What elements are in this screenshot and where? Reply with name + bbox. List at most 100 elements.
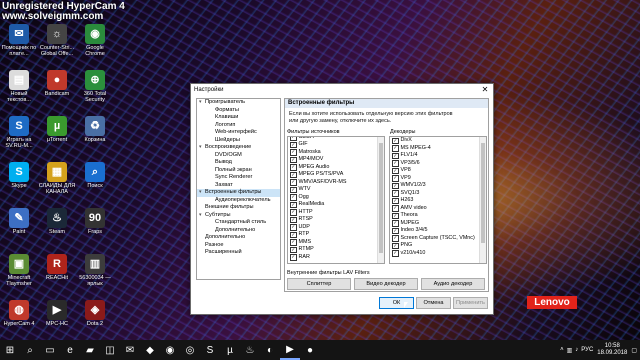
- filter-checkbox-item[interactable]: ✓ WMV/ASF/DVR-MS: [288, 179, 384, 187]
- filter-checkbox-item[interactable]: ✓ UDP: [288, 224, 384, 232]
- filter-checkbox-item[interactable]: ✓ GIF: [288, 141, 384, 149]
- checkbox-checked-icon[interactable]: ✓: [392, 220, 399, 227]
- search-icon[interactable]: ⌕: [20, 340, 40, 360]
- checkbox-checked-icon[interactable]: ✓: [290, 171, 297, 178]
- filter-checkbox-item[interactable]: ✓ WMV1/2/3: [390, 182, 486, 190]
- filter-checkbox-item[interactable]: ✓ Theora: [390, 212, 486, 220]
- decoders-list[interactable]: ✓ DivX ✓ MS MPEG-4 ✓ FLV1/4 ✓ VP3/5/6 ✓ VP8 ✓ VP9 ✓ W…: [389, 136, 487, 264]
- checkbox-checked-icon[interactable]: ✓: [392, 167, 399, 174]
- filter-checkbox-item[interactable]: ✓ MPEG PS/TS/PVA: [288, 171, 384, 179]
- filter-checkbox-item[interactable]: ✓ H263: [390, 197, 486, 205]
- cancel-button[interactable]: Отмена: [416, 297, 451, 309]
- edge-icon[interactable]: e: [60, 340, 80, 360]
- reach-icon[interactable]: ◎: [180, 340, 200, 360]
- filter-checkbox-item[interactable]: ✓ VP8: [390, 167, 486, 175]
- tree-item[interactable]: ▾ Субтитры: [197, 212, 280, 220]
- tree-item[interactable]: Форматы: [197, 107, 280, 115]
- filter-checkbox-item[interactable]: ✓ MP4/MOV: [288, 156, 384, 164]
- desktop-icon[interactable]: ◍ HyperCam 4: [0, 300, 38, 327]
- desktop-icon[interactable]: ▶ MPC-HC: [38, 300, 76, 327]
- close-icon[interactable]: ✕: [480, 85, 490, 95]
- tree-item[interactable]: Полный экран: [197, 167, 280, 175]
- desktop-icon[interactable]: ▤ Новый текстов...: [0, 70, 38, 103]
- clock[interactable]: 10:58 18.09.2018: [597, 343, 627, 357]
- filter-checkbox-item[interactable]: ✓ MJPEG: [390, 220, 486, 228]
- filter-checkbox-item[interactable]: ✓ SVQ1/3: [390, 190, 486, 198]
- tree-item[interactable]: Web-интерфейс: [197, 129, 280, 137]
- audio-decoder-button[interactable]: Аудио декодер: [421, 278, 485, 290]
- tree-item[interactable]: Стандартный стиль: [197, 219, 280, 227]
- checkbox-checked-icon[interactable]: ✓: [392, 160, 399, 167]
- volume-icon[interactable]: ♪: [575, 347, 578, 353]
- checkbox-checked-icon[interactable]: ✓: [392, 145, 399, 152]
- tree-item[interactable]: Аудиопереключатель: [197, 197, 280, 205]
- source-filters-list[interactable]: ✓AVI✓CDDA✓GIF✓Matroska✓MP4/MOV✓MPEG Audi…: [287, 136, 385, 264]
- filter-checkbox-item[interactable]: ✓ RealMedia: [288, 201, 384, 209]
- desktop-icon[interactable]: ✉ Помощник по плате...: [0, 24, 38, 57]
- checkbox-checked-icon[interactable]: ✓: [392, 197, 399, 204]
- tree-item[interactable]: Захват: [197, 182, 280, 190]
- decoders-scrollbar[interactable]: [479, 137, 486, 263]
- desktop-icon[interactable]: S Играть на SV.RU-М...: [0, 116, 38, 149]
- mpc-hc-icon[interactable]: ▶: [280, 340, 300, 360]
- checkbox-checked-icon[interactable]: ✓: [392, 212, 399, 219]
- vpn-icon[interactable]: ◐: [260, 340, 280, 360]
- desktop-icon[interactable]: S Skype: [0, 162, 38, 189]
- hypercam-icon[interactable]: ●: [300, 340, 320, 360]
- dialog-titlebar[interactable]: Настройки ✕: [191, 84, 493, 96]
- checkbox-checked-icon[interactable]: ✓: [290, 246, 297, 253]
- checkbox-checked-icon[interactable]: ✓: [290, 149, 297, 156]
- checkbox-checked-icon[interactable]: ✓: [290, 239, 297, 246]
- filter-checkbox-item[interactable]: ✓ Matroska: [288, 149, 384, 157]
- desktop-icon[interactable]: 90 Fraps: [76, 208, 114, 235]
- utorrent-icon[interactable]: µ: [220, 340, 240, 360]
- checkbox-checked-icon[interactable]: ✓: [290, 179, 297, 186]
- filter-checkbox-item[interactable]: ✓ Ogg: [288, 194, 384, 202]
- desktop-icon[interactable]: ☼ Counter-Stri... Global Offe...: [38, 24, 76, 57]
- tree-item[interactable]: ▾ Встроенные фильтры: [197, 189, 280, 197]
- filter-checkbox-item[interactable]: ✓ Screen Capture (TSCC, VMnc): [390, 235, 486, 243]
- checkbox-checked-icon[interactable]: ✓: [392, 182, 399, 189]
- video-decoder-button[interactable]: Видео декодер: [354, 278, 418, 290]
- filter-checkbox-item[interactable]: ✓ HTTP: [288, 209, 384, 217]
- checkbox-checked-icon[interactable]: ✓: [392, 152, 399, 159]
- desktop-icon[interactable]: ⌕ Поиск: [76, 162, 114, 189]
- checkbox-checked-icon[interactable]: ✓: [290, 156, 297, 163]
- explorer-folder-icon[interactable]: ▰: [80, 340, 100, 360]
- checkbox-checked-icon[interactable]: ✓: [290, 254, 297, 261]
- desktop-icon[interactable]: ◈ Dota 2: [76, 300, 114, 327]
- language-indicator[interactable]: РУС: [581, 347, 593, 353]
- chrome-icon[interactable]: ◉: [160, 340, 180, 360]
- checkbox-checked-icon[interactable]: ✓: [392, 205, 399, 212]
- filter-checkbox-item[interactable]: ✓ DivX: [390, 137, 486, 145]
- checkbox-checked-icon[interactable]: ✓: [392, 235, 399, 242]
- filter-checkbox-item[interactable]: ✓ MS MPEG-4: [390, 145, 486, 153]
- tree-item[interactable]: Разное: [197, 242, 280, 250]
- filter-checkbox-item[interactable]: ✓ VP9: [390, 175, 486, 183]
- skype-icon[interactable]: S: [200, 340, 220, 360]
- desktop-icon[interactable]: ♻ Корзина: [76, 116, 114, 143]
- checkbox-checked-icon[interactable]: ✓: [290, 186, 297, 193]
- checkbox-checked-icon[interactable]: ✓: [392, 175, 399, 182]
- settings-tree[interactable]: ▾ Проигрыватель Форматы Клавиши Логотип Web-и…: [196, 98, 281, 280]
- filter-checkbox-item[interactable]: ✓ VP3/5/6: [390, 160, 486, 168]
- filter-checkbox-item[interactable]: ✓ v210/v410: [390, 250, 486, 258]
- tree-item[interactable]: ▾ Воспроизведение: [197, 144, 280, 152]
- desktop-icon[interactable]: ▣ Minecraft Tlaymsher: [0, 254, 38, 287]
- desktop-icon[interactable]: ♨ Steam: [38, 208, 76, 235]
- task-view-icon[interactable]: ▭: [40, 340, 60, 360]
- desktop-icon[interactable]: µ µTorrent: [38, 116, 76, 143]
- tree-item[interactable]: Дополнительно: [197, 234, 280, 242]
- checkbox-checked-icon[interactable]: ✓: [290, 209, 297, 216]
- checkbox-checked-icon[interactable]: ✓: [290, 137, 297, 141]
- tray-chevron-icon[interactable]: ˄: [560, 347, 564, 353]
- filter-checkbox-item[interactable]: ✓ FLV1/4: [390, 152, 486, 160]
- filter-checkbox-item[interactable]: ✓ RTP: [288, 231, 384, 239]
- filter-checkbox-item[interactable]: ✓ MMS: [288, 239, 384, 247]
- mail-icon[interactable]: ✉: [120, 340, 140, 360]
- filter-checkbox-item[interactable]: ✓ AMV video: [390, 205, 486, 213]
- filter-checkbox-item[interactable]: ✓ PNG: [390, 242, 486, 250]
- filter-checkbox-item[interactable]: ✓ RTSP: [288, 216, 384, 224]
- filter-checkbox-item[interactable]: ✓ RAR: [288, 254, 384, 262]
- start-windows-icon[interactable]: ⊞: [0, 340, 20, 360]
